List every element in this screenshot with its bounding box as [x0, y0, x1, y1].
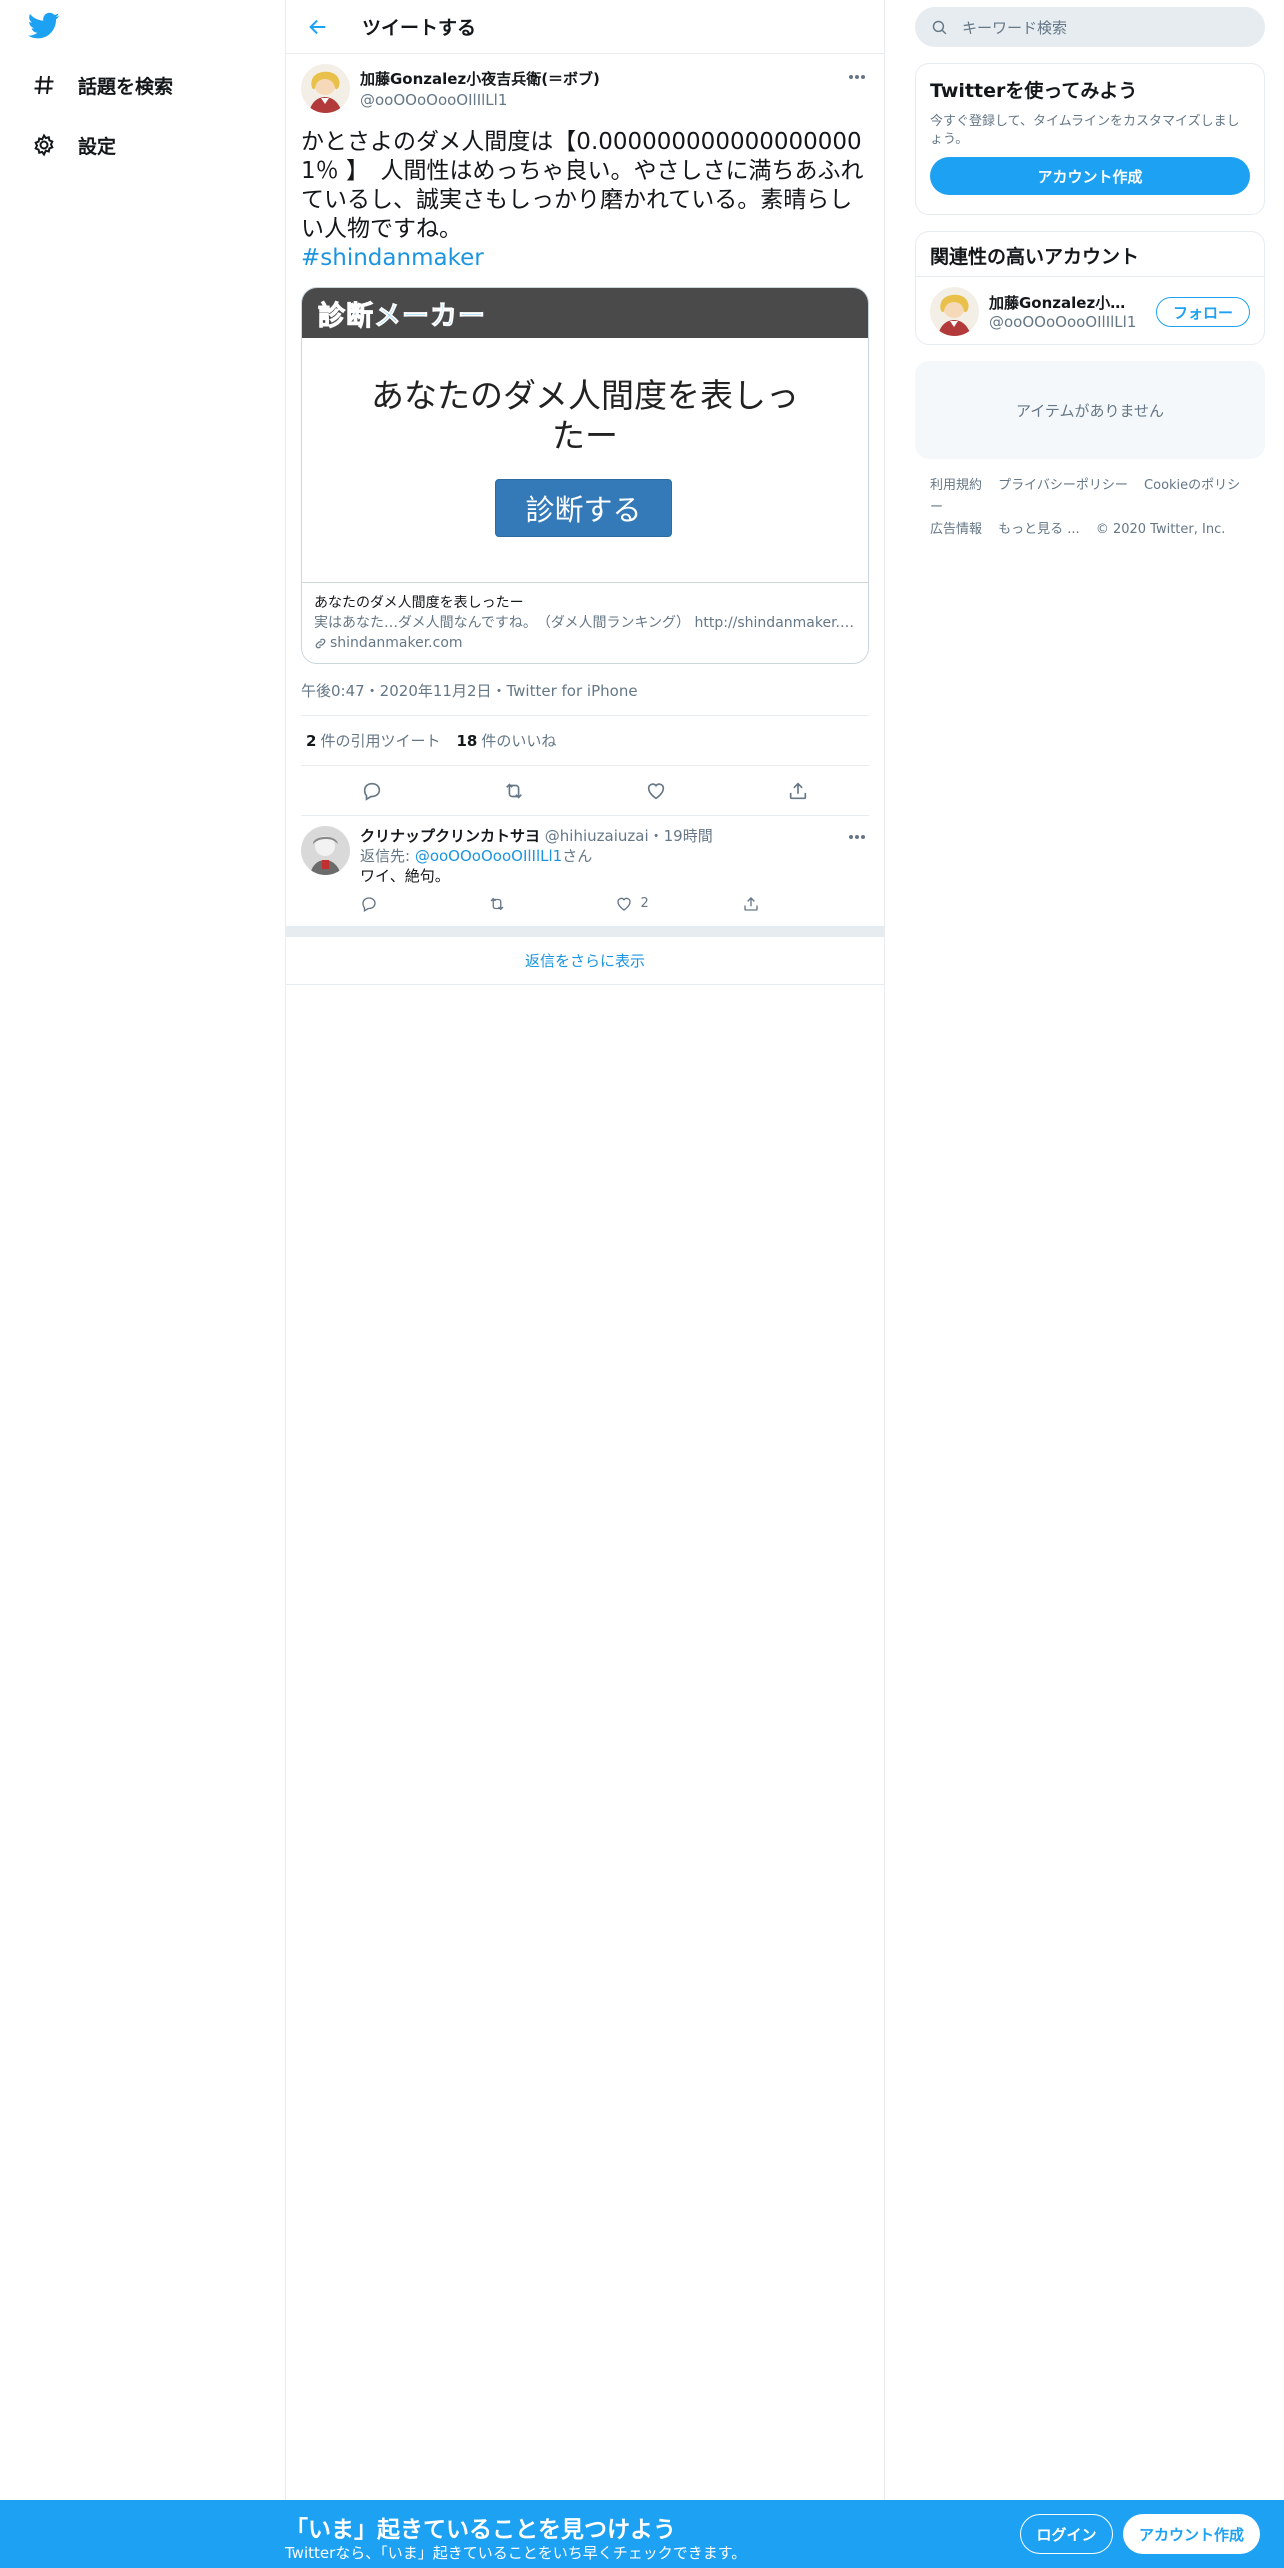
- related-accounts-box: 関連性の高いアカウント 加藤Gonzalez小夜吉兵衛(＝ボブ) @ooOOoO…: [915, 231, 1265, 345]
- search-icon: [932, 20, 947, 34]
- search-input[interactable]: キーワード検索: [915, 7, 1265, 47]
- show-more-replies-link[interactable]: 返信をさらに表示: [286, 937, 884, 985]
- avatar[interactable]: [930, 286, 979, 336]
- link-card[interactable]: 診断メーカー あなたのダメ人間度を表しったー 診断する あなたのダメ人間度を表し…: [301, 287, 869, 664]
- signup-box-text: 今すぐ登録して、タイムラインをカスタマイズしましょう。: [930, 114, 1240, 147]
- hashtag-link[interactable]: #shindanmaker: [301, 245, 484, 271]
- avatar[interactable]: [301, 64, 350, 113]
- quote-count-link[interactable]: 2 件の引用ツイート: [306, 730, 440, 751]
- related-accounts-title: 関連性の高いアカウント: [916, 232, 1264, 277]
- empty-message: アイテムがありません: [1015, 401, 1165, 420]
- reply-author-name[interactable]: クリナップクリンカトサヨ: [360, 827, 540, 845]
- search-placeholder: キーワード検索: [962, 18, 1068, 37]
- reply-tweet[interactable]: クリナップクリンカトサヨ @hihiuzaiuzai・19時間 返信先: @oo…: [286, 816, 884, 927]
- retweet-icon[interactable]: [497, 774, 531, 808]
- tweet-actions: [301, 766, 869, 816]
- bottom-bar-subtitle: Twitterなら、「いま」起きていることをいち早くチェックできます。: [285, 2544, 747, 2562]
- link-icon: [314, 637, 327, 650]
- gear-icon: [28, 129, 60, 161]
- main-column: ツイートする 加藤Gonzalez小夜吉兵衛(＝ボブ) @ooOOoOooOIl…: [285, 0, 885, 2500]
- reply-like-count: 2: [640, 896, 649, 911]
- nav-explore-label: 話題を検索: [78, 75, 174, 98]
- more-options-icon[interactable]: [845, 68, 869, 86]
- like-count: 18: [456, 732, 478, 750]
- back-arrow-icon[interactable]: [302, 11, 334, 43]
- related-account-item[interactable]: 加藤Gonzalez小夜吉兵衛(＝ボブ) @ooOOoOooOIlIlLl1 フ…: [916, 277, 1264, 345]
- footer-ads-link[interactable]: 広告情報: [930, 522, 982, 537]
- hashtag-icon: [28, 69, 60, 101]
- author-name[interactable]: 加藤Gonzalez小夜吉兵衛(＝ボブ): [360, 68, 600, 89]
- main-tweet: 加藤Gonzalez小夜吉兵衛(＝ボブ) @ooOOoOooOIlIlLl1 か…: [286, 54, 884, 816]
- card-title: あなたのダメ人間度を表しったー: [314, 595, 524, 611]
- footer-more-link[interactable]: もっと見る ...: [998, 522, 1080, 537]
- reply-like-button[interactable]: 2: [615, 894, 742, 914]
- card-domain: shindanmaker.com: [314, 633, 856, 653]
- empty-trends-box: アイテムがありません: [915, 361, 1265, 459]
- reply-actions: 2: [360, 894, 869, 914]
- reply-retweet-icon[interactable]: [487, 894, 614, 914]
- reply-share-icon[interactable]: [742, 894, 869, 914]
- signup-bottom-bar: 「いま」起きていることを見つけよう Twitterなら、「いま」起きていることを…: [0, 2500, 1284, 2568]
- replying-suffix: さん: [562, 847, 593, 865]
- avatar[interactable]: [301, 826, 350, 875]
- login-button[interactable]: ログイン: [1020, 2514, 1113, 2554]
- author-handle[interactable]: @ooOOoOooOIlIlLl1: [360, 91, 600, 109]
- nav-explore[interactable]: 話題を検索: [28, 65, 173, 105]
- left-nav: 話題を検索 設定: [0, 0, 285, 2500]
- separator: [286, 927, 884, 937]
- card-diagnose-button: 診断する: [495, 479, 672, 537]
- reply-handle-time[interactable]: @hihiuzaiuzai・19時間: [545, 827, 713, 845]
- follow-button[interactable]: フォロー: [1156, 297, 1250, 327]
- reply-icon[interactable]: [355, 774, 389, 808]
- nav-settings[interactable]: 設定: [28, 125, 116, 165]
- tweet-stats: 2 件の引用ツイート 18 件のいいね: [301, 716, 869, 766]
- bottom-bar-title: 「いま」起きていることを見つけよう: [285, 2517, 676, 2543]
- quote-label: 件の引用ツイート: [320, 732, 441, 750]
- reply-like-icon: [616, 897, 631, 911]
- tweet-meta[interactable]: 午後0:47・2020年11月2日・Twitter for iPhone: [301, 680, 869, 716]
- replying-prefix: 返信先:: [360, 847, 415, 865]
- like-icon[interactable]: [639, 774, 673, 808]
- page-title: ツイートする: [362, 17, 477, 39]
- card-banner-logo: 診断メーカー: [318, 300, 486, 332]
- create-account-button[interactable]: アカウント作成: [930, 157, 1250, 195]
- signup-box-title: Twitterを使ってみよう: [930, 80, 1138, 102]
- card-domain-text: shindanmaker.com: [330, 635, 463, 651]
- tweet-text: かとさよのダメ人間度は【0.0000000000000000001％ 】 人間性…: [301, 128, 869, 273]
- footer-privacy-link[interactable]: プライバシーポリシー: [998, 478, 1128, 493]
- like-count-link[interactable]: 18 件のいいね: [456, 730, 556, 751]
- page-header: ツイートする: [286, 0, 884, 54]
- nav-settings-label: 設定: [78, 135, 117, 158]
- footer-copyright: © 2020 Twitter, Inc.: [1095, 522, 1226, 537]
- card-description: 実はあなた…ダメ人間なんですね。 （ダメ人間ランキング） http://shin…: [314, 615, 856, 631]
- share-icon[interactable]: [781, 774, 815, 808]
- card-headline: あなたのダメ人間度を表しったー: [370, 376, 799, 455]
- card-banner: 診断メーカー: [302, 288, 868, 338]
- tweet-body: かとさよのダメ人間度は【0.0000000000000000001％ 】 人間性…: [301, 129, 864, 242]
- card-image: あなたのダメ人間度を表しったー 診断する: [302, 338, 868, 583]
- right-sidebar: キーワード検索 Twitterを使ってみよう 今すぐ登録して、タイムラインをカス…: [915, 0, 1265, 541]
- tweet-author[interactable]: 加藤Gonzalez小夜吉兵衛(＝ボブ) @ooOOoOooOIlIlLl1: [301, 64, 869, 120]
- reply-text: ワイ、絶句。: [360, 867, 450, 885]
- more-options-icon[interactable]: [845, 828, 869, 846]
- card-info: あなたのダメ人間度を表しったー 実はあなた…ダメ人間なんですね。 （ダメ人間ラン…: [302, 583, 868, 663]
- reply-reply-icon[interactable]: [360, 894, 487, 914]
- like-label: 件のいいね: [481, 732, 557, 750]
- related-account-name[interactable]: 加藤Gonzalez小夜吉兵衛(＝ボブ): [989, 292, 1139, 313]
- signup-box: Twitterを使ってみよう 今すぐ登録して、タイムラインをカスタマイズしましょ…: [915, 63, 1265, 215]
- twitter-bird-icon[interactable]: [27, 12, 62, 42]
- footer-terms-link[interactable]: 利用規約: [930, 478, 982, 493]
- replying-to-link[interactable]: @ooOOoOooOIlIlLl1: [415, 847, 562, 865]
- footer-links: 利用規約 プライバシーポリシー Cookieのポリシー 広告情報 もっと見る .…: [915, 475, 1265, 541]
- quote-count: 2: [306, 732, 317, 750]
- related-account-handle[interactable]: @ooOOoOooOIlIlLl1: [989, 313, 1139, 331]
- signup-button[interactable]: アカウント作成: [1123, 2514, 1260, 2554]
